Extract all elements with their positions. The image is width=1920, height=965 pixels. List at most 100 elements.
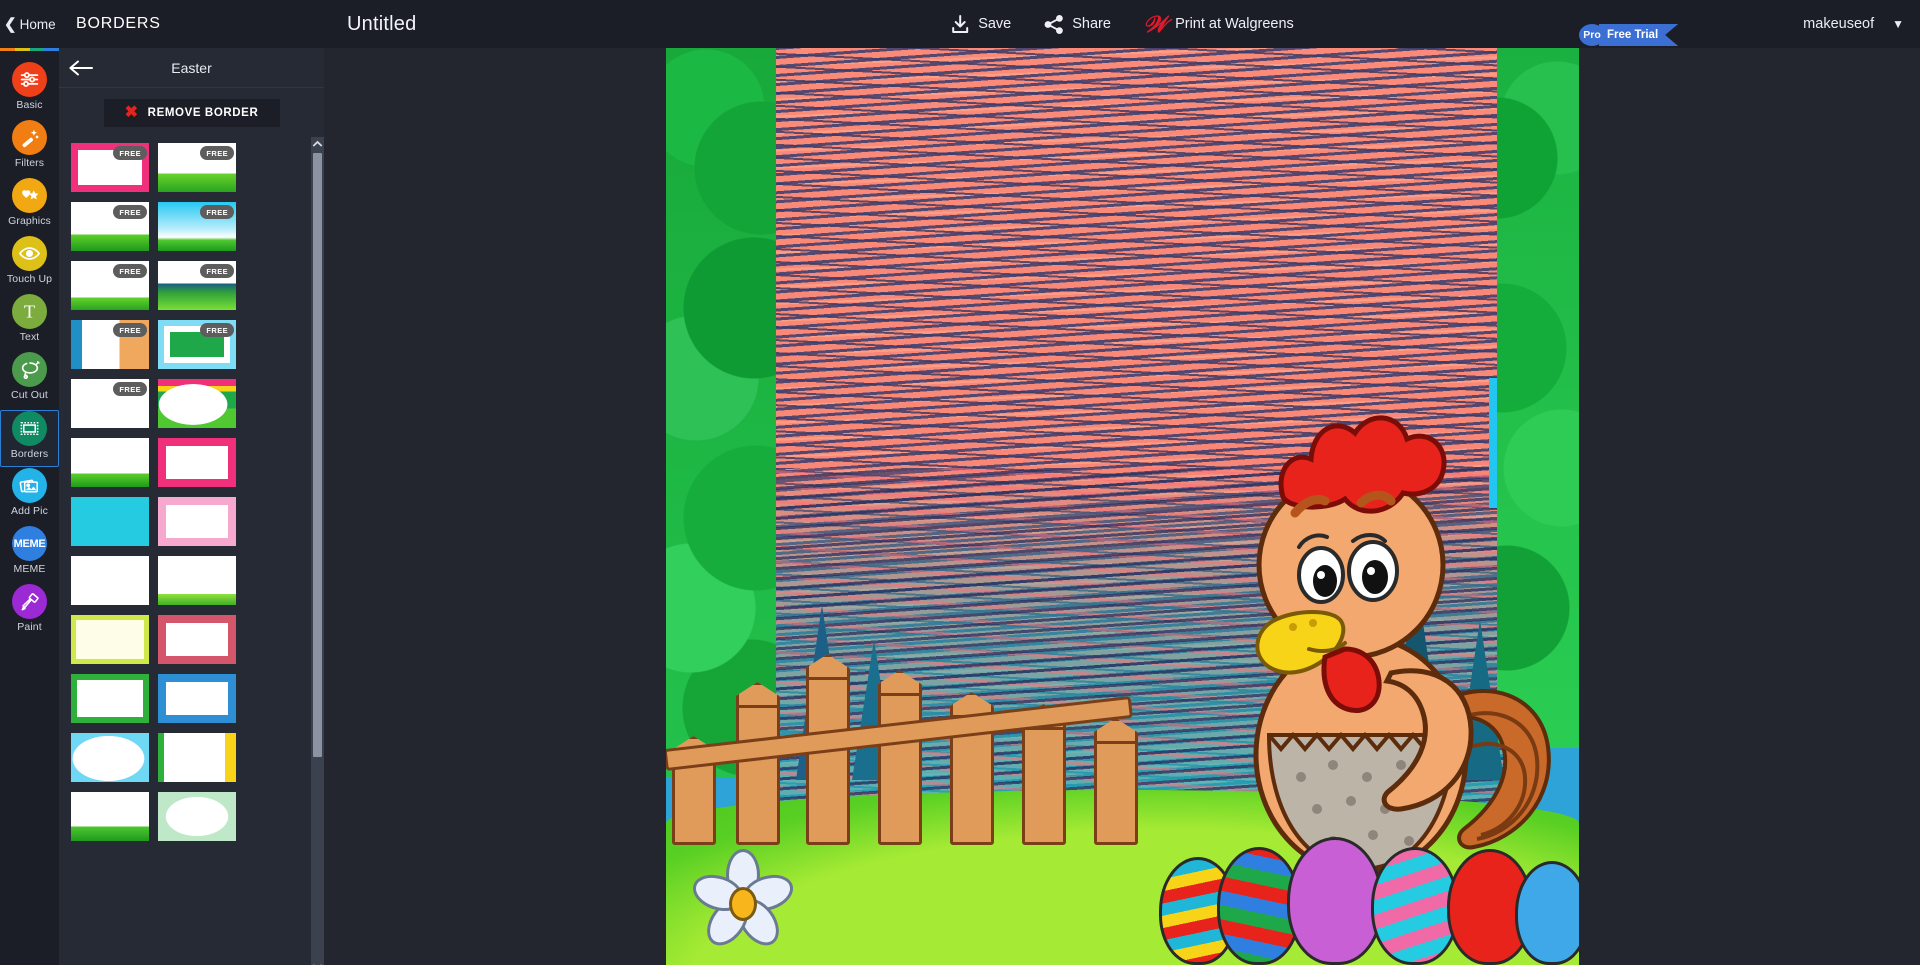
border-thumbnail-art-pink-blossom-frame: [158, 615, 236, 664]
chevron-up-icon: [312, 140, 323, 147]
remove-border-button[interactable]: ✖ REMOVE BORDER: [103, 99, 280, 127]
rail-item-basic[interactable]: Basic: [0, 62, 59, 119]
rail-label-addpic: Add Pic: [11, 505, 48, 517]
border-thumbnail[interactable]: FREE: [71, 143, 149, 192]
share-button[interactable]: Share: [1027, 0, 1127, 48]
free-badge: FREE: [113, 205, 147, 219]
rail-label-filters: Filters: [14, 157, 45, 169]
rail-label-basic: Basic: [16, 99, 43, 111]
print-at-walgreens-button[interactable]: 𝒲 Print at Walgreens: [1127, 0, 1310, 48]
download-icon: [952, 14, 969, 33]
scrollbar-thumb[interactable]: [313, 153, 322, 757]
border-thumbnail[interactable]: [71, 733, 149, 782]
rail-label-touchup: Touch Up: [6, 273, 53, 285]
remove-border-row: ✖ REMOVE BORDER: [59, 88, 324, 137]
rail-item-borders[interactable]: Borders: [0, 410, 59, 467]
border-thumbnail[interactable]: [158, 556, 236, 605]
arrow-left-icon: [69, 60, 93, 75]
panel-title: BORDERS: [76, 15, 161, 32]
free-badge: FREE: [113, 146, 147, 160]
border-thumbnail[interactable]: [71, 674, 149, 723]
document-title[interactable]: Untitled: [324, 13, 416, 36]
save-label: Save: [978, 16, 1012, 32]
rail-label-cutout: Cut Out: [11, 389, 48, 401]
user-menu[interactable]: makeuseof ▼: [1803, 16, 1904, 32]
rail-item-graphics[interactable]: Graphics: [0, 178, 59, 235]
border-thumbnail-art-yellow-green-speckle: [71, 615, 149, 664]
border-thumbnail[interactable]: [71, 438, 149, 487]
tool-list: Basic Filters Graphics Touch Up T Text C…: [0, 51, 59, 641]
border-thumbnail-art-blue-red-bows: [158, 674, 236, 723]
free-badge: FREE: [113, 264, 147, 278]
rail-item-touchup[interactable]: Touch Up: [0, 236, 59, 293]
red-x-icon: ✖: [124, 104, 139, 121]
save-button[interactable]: Save: [934, 0, 1027, 48]
border-thumbnail[interactable]: [158, 379, 236, 428]
border-thumbnail-art-grass-plain-white: [158, 556, 236, 605]
border-thumbnail[interactable]: [158, 674, 236, 723]
borders-panel: BORDERS Easter ✖ REMOVE BORDER FREE FREE F…: [59, 0, 324, 965]
rail-item-paint[interactable]: Paint: [0, 584, 59, 641]
back-button[interactable]: [59, 48, 103, 88]
border-thumbnail[interactable]: [158, 497, 236, 546]
free-badge: FREE: [200, 146, 234, 160]
canvas-viewport[interactable]: [324, 48, 1920, 965]
scroll-down-button[interactable]: [311, 960, 324, 965]
rail-label-graphics: Graphics: [8, 215, 51, 227]
heart-star-icon: [12, 178, 47, 213]
border-thumbnail-art-rainbow-oval-bunny: [158, 379, 236, 428]
border-thumbnail[interactable]: FREE: [71, 261, 149, 310]
border-thumbnail-art-sun-cloud-oval: [71, 733, 149, 782]
user-name: makeuseof: [1803, 16, 1875, 32]
border-thumbnail[interactable]: FREE: [158, 143, 236, 192]
border-thumbnail[interactable]: [71, 615, 149, 664]
sliders-icon: [12, 62, 47, 97]
rail-label-paint: Paint: [17, 621, 42, 633]
border-thumbnail-art-yellow-green-gradient: [158, 733, 236, 782]
free-badge: FREE: [200, 205, 234, 219]
letter-t-icon: T: [12, 294, 47, 329]
border-thumbnail[interactable]: [158, 615, 236, 664]
rail-item-text[interactable]: T Text: [0, 294, 59, 351]
free-badge: FREE: [200, 323, 234, 337]
border-thumbnail[interactable]: [71, 792, 149, 841]
pro-free-trial-ribbon[interactable]: Pro Free Trial: [1579, 24, 1678, 46]
image-canvas[interactable]: [665, 48, 1579, 965]
border-thumbnail[interactable]: [158, 792, 236, 841]
panel-scrollbar[interactable]: [311, 137, 324, 965]
meme-icon: MEME: [12, 526, 47, 561]
border-thumbnail-art-cyan-grass-frame: [71, 497, 149, 546]
border-thumbnail-art-pink-floral-frame: [158, 497, 236, 546]
border-thumbnail[interactable]: [71, 497, 149, 546]
border-thumbnail[interactable]: [158, 733, 236, 782]
scroll-up-button[interactable]: [311, 137, 324, 151]
border-thumbnail[interactable]: FREE: [158, 261, 236, 310]
pro-badge: Pro: [1579, 24, 1605, 46]
remove-border-label: REMOVE BORDER: [147, 107, 259, 119]
border-thumbnail-art-green-scallop-eggs: [71, 674, 149, 723]
panel-header: BORDERS: [59, 0, 324, 48]
walgreens-w-icon: 𝒲: [1142, 11, 1168, 37]
rail-item-addpic[interactable]: Add Pic: [0, 468, 59, 525]
border-thumbnail[interactable]: FREE: [158, 320, 236, 369]
chevron-left-icon: ❮: [4, 15, 17, 33]
border-thumbnail[interactable]: FREE: [71, 379, 149, 428]
free-badge: FREE: [200, 264, 234, 278]
print-label: Print at Walgreens: [1175, 16, 1294, 32]
border-thumbnail[interactable]: [71, 556, 149, 605]
rail-item-cutout[interactable]: Cut Out: [0, 352, 59, 409]
rail-item-meme[interactable]: MEME MEME: [0, 526, 59, 583]
border-thumbnail[interactable]: FREE: [71, 320, 149, 369]
main-area: Undo Redo Untitled Save: [235, 0, 1920, 965]
rail-label-borders: Borders: [10, 448, 49, 460]
daisy-flower: [687, 843, 798, 954]
border-thumbnail[interactable]: [158, 438, 236, 487]
home-button[interactable]: ❮ Home: [0, 0, 59, 48]
share-nodes-icon: [1044, 14, 1063, 34]
rail-item-filters[interactable]: Filters: [0, 120, 59, 177]
border-thumbnail[interactable]: FREE: [158, 202, 236, 251]
meme-icon-text: MEME: [13, 537, 46, 550]
top-action-group: Save Share 𝒲 Print at Walgreens: [934, 0, 1310, 48]
border-thumbnail[interactable]: FREE: [71, 202, 149, 251]
panel-subheader: Easter: [59, 48, 324, 88]
